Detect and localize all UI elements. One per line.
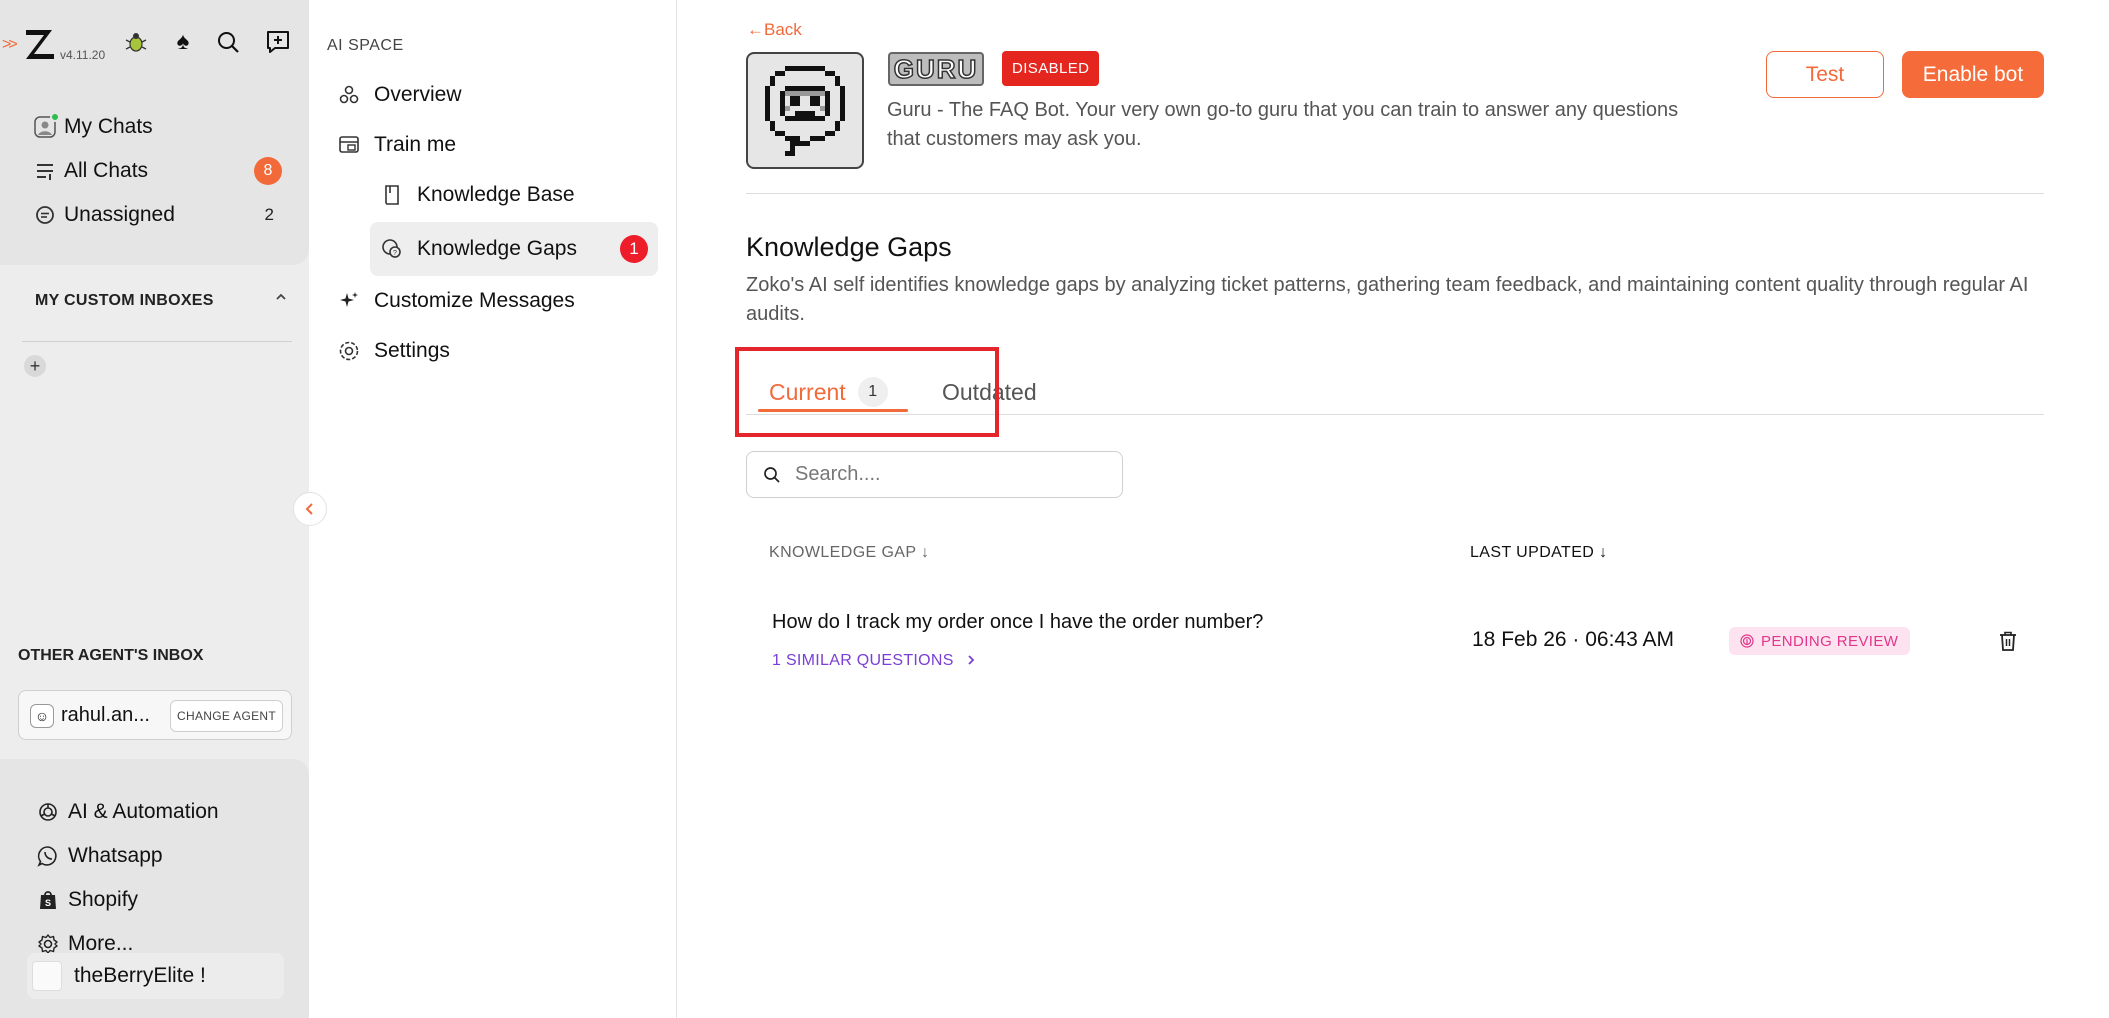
bug-icon[interactable]	[120, 26, 152, 58]
status-label: PENDING REVIEW	[1761, 632, 1899, 650]
app-shopify[interactable]: S Shopify	[36, 884, 138, 916]
column-header-knowledge-gap[interactable]: KNOWLEDGE GAP ↓	[769, 544, 929, 562]
agent-selector: ☺ rahul.an... CHANGE AGENT	[18, 690, 292, 740]
similar-questions-link[interactable]: 1 SIMILAR QUESTIONS	[772, 652, 977, 670]
annotation-highlight-box	[735, 347, 999, 437]
back-link[interactable]: ←Back	[747, 20, 802, 40]
new-chat-icon[interactable]	[262, 26, 294, 58]
custom-inboxes-heading: MY CUSTOM INBOXES	[35, 292, 214, 309]
app-label: Whatsapp	[68, 844, 163, 867]
agent-avatar-icon: ☺	[30, 704, 54, 728]
page-description: Zoko's AI self identifies knowledge gaps…	[746, 274, 2029, 325]
subnav-knowledge-base[interactable]: Knowledge Base	[379, 177, 575, 213]
header-divider	[746, 193, 2044, 194]
page-title: Knowledge Gaps	[746, 232, 952, 262]
ai-space-nav: AI SPACE Overview Train me Knowledge Bas…	[309, 0, 677, 1018]
store-logo	[32, 961, 62, 991]
openai-icon	[36, 800, 60, 824]
status-badge: DISABLED	[1002, 51, 1100, 86]
bot-avatar	[746, 52, 864, 169]
search-field	[746, 451, 1123, 498]
app-version: v4.11.20	[60, 48, 106, 62]
pixel-bot-icon	[765, 65, 845, 156]
subnav-label: Overview	[374, 83, 462, 106]
svg-text:?: ?	[393, 250, 397, 257]
left-rail: >> v4.11.20 ♠ My Chats All Chats 8 Unass…	[0, 0, 309, 1018]
avatar-icon	[32, 112, 60, 140]
nav-all-chats[interactable]: All Chats 8	[32, 155, 282, 187]
spade-icon[interactable]: ♠	[167, 26, 199, 58]
last-updated-value: 18 Feb 26 · 06:43 AM	[1472, 628, 1674, 651]
overview-icon	[336, 82, 362, 108]
knowledge-gaps-count-badge: 1	[620, 235, 648, 263]
subnav-knowledge-gaps[interactable]: ? Knowledge Gaps 1	[370, 222, 658, 276]
subnav-train-me[interactable]: Train me	[336, 127, 456, 163]
change-agent-button[interactable]: CHANGE AGENT	[170, 700, 283, 732]
other-inbox-heading: OTHER AGENT'S INBOX	[18, 647, 204, 664]
trash-icon	[2000, 631, 2016, 651]
online-status-dot	[50, 112, 60, 122]
subnav-label: Settings	[374, 339, 450, 362]
chevron-up-icon[interactable]	[274, 290, 288, 309]
whatsapp-icon	[36, 844, 60, 868]
zoko-logo	[26, 30, 54, 59]
store-switcher[interactable]: theBerryElite !	[27, 953, 284, 999]
rail-top-panel: >> v4.11.20 ♠ My Chats All Chats 8 Unass…	[0, 0, 309, 265]
app-label: AI & Automation	[68, 800, 219, 823]
divider	[22, 341, 292, 342]
subnav-item-content: ? Knowledge Gaps	[379, 231, 577, 267]
unread-count-badge: 8	[254, 157, 282, 185]
store-name: theBerryElite !	[74, 964, 206, 987]
collapse-sidebar-button[interactable]	[293, 492, 327, 526]
app-label: Shopify	[68, 888, 139, 911]
add-inbox-button[interactable]: +	[24, 355, 46, 377]
chevron-right-icon	[967, 655, 974, 665]
shopify-icon: S	[36, 888, 60, 912]
gap-question[interactable]: How do I track my order once I have the …	[772, 611, 1263, 634]
nav-label: My Chats	[64, 115, 153, 138]
subnav-label: Knowledge Base	[417, 183, 575, 206]
chevron-left-icon	[305, 503, 313, 515]
list-icon	[32, 158, 58, 184]
status-badge: PENDING REVIEW	[1729, 627, 1911, 655]
nav-my-chats[interactable]: My Chats	[32, 111, 282, 143]
book-icon	[379, 182, 405, 208]
arrow-left-icon: ←	[747, 20, 764, 39]
subnav-label: Knowledge Gaps	[417, 237, 577, 260]
fingerprint-icon	[1739, 633, 1755, 649]
search-icon[interactable]	[212, 26, 244, 58]
knowledge-gaps-icon: ?	[379, 236, 405, 262]
search-input[interactable]	[795, 463, 1095, 486]
expand-rail-icon[interactable]: >>	[2, 36, 18, 54]
svg-text:S: S	[45, 898, 51, 908]
guru-logo: GURU	[888, 52, 984, 86]
chat-bubble-icon	[32, 202, 58, 228]
delete-button[interactable]	[1995, 628, 2021, 654]
unassigned-count: 2	[264, 205, 274, 224]
subnav-label: Customize Messages	[374, 289, 575, 312]
search-icon	[761, 464, 783, 486]
nav-unassigned[interactable]: Unassigned 2	[32, 199, 282, 231]
column-header-last-updated[interactable]: LAST UPDATED ↓	[1470, 544, 1607, 562]
subnav-label: Train me	[374, 133, 457, 156]
subnav-customize-messages[interactable]: Customize Messages	[336, 283, 575, 319]
back-label: Back	[764, 20, 802, 39]
ai-space-heading: AI SPACE	[327, 37, 404, 54]
enable-bot-button[interactable]: Enable bot	[1902, 51, 2044, 98]
train-icon	[336, 132, 362, 158]
sparkles-icon	[336, 288, 362, 314]
main-content: ←Back GURU DISABLED Guru - The FAQ Bot. …	[677, 0, 2109, 1018]
brand-row: >> v4.11.20 ♠	[0, 22, 309, 62]
test-button[interactable]: Test	[1766, 51, 1884, 98]
similar-label: 1 SIMILAR QUESTIONS	[772, 652, 954, 669]
bot-description: Guru - The FAQ Bot. Your very own go-to …	[887, 99, 1679, 150]
settings-icon	[336, 338, 362, 364]
app-whatsapp[interactable]: Whatsapp	[36, 840, 163, 872]
subnav-overview[interactable]: Overview	[336, 77, 462, 113]
nav-label: Unassigned	[64, 203, 175, 226]
app-ai-automation[interactable]: AI & Automation	[36, 796, 219, 828]
agent-name: rahul.an...	[61, 704, 150, 726]
subnav-settings[interactable]: Settings	[336, 333, 450, 369]
nav-label: All Chats	[64, 159, 149, 182]
